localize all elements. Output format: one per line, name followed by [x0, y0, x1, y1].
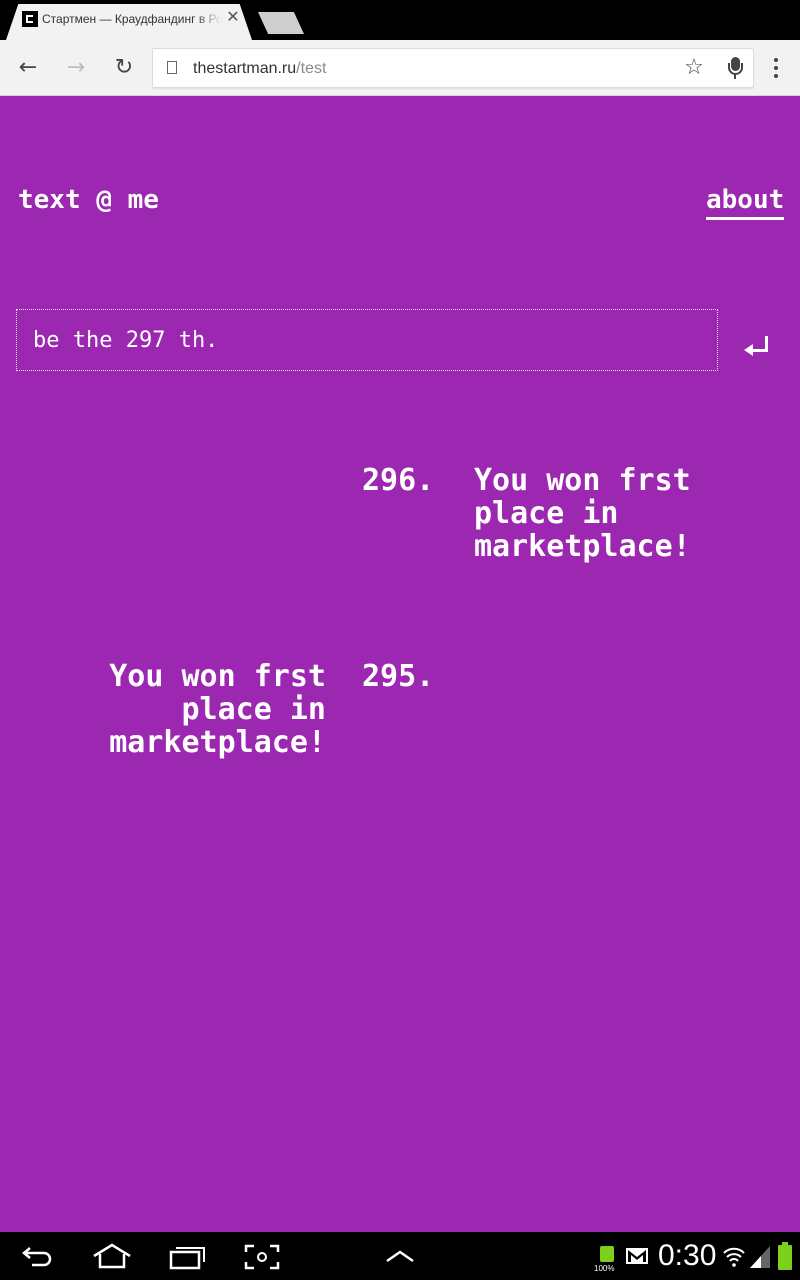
url-host: thestartman.ru: [193, 60, 297, 77]
system-nav-bar: 100% 0:30: [0, 1232, 800, 1280]
site-favicon-icon: [22, 11, 38, 27]
message-line: You won frst: [474, 463, 691, 498]
url-text[interactable]: thestartman.ru/test: [193, 59, 326, 79]
address-bar[interactable]: thestartman.ru/test ☆: [152, 48, 754, 88]
tab-title[interactable]: Стартмен — Краудфандинг в Ро: [42, 12, 222, 28]
signal-icon: [750, 1246, 770, 1268]
wifi-icon: [723, 1247, 745, 1267]
new-tab-button[interactable]: [258, 12, 304, 34]
message-text: You won frst place in marketplace!: [90, 660, 326, 759]
message-line: place in: [474, 496, 619, 531]
nav-recent-apps-icon[interactable]: [168, 1244, 208, 1270]
nav-home-icon[interactable]: [92, 1242, 132, 1270]
message-line: marketplace!: [109, 725, 326, 760]
tab-close-icon[interactable]: ✕: [224, 8, 242, 26]
forward-arrow-icon[interactable]: →: [62, 54, 90, 82]
nav-up-chevron-icon[interactable]: [384, 1248, 416, 1264]
message-line: You won frst: [109, 659, 326, 694]
message-number: 296.: [362, 463, 435, 498]
screenshot-icon[interactable]: [244, 1244, 280, 1270]
battery-charging-icon: 100%: [594, 1246, 618, 1276]
message-text: You won frst place in marketplace!: [474, 464, 691, 563]
message-line: place in: [181, 692, 327, 727]
menu-dots-icon[interactable]: [766, 54, 786, 82]
back-arrow-icon[interactable]: ←: [14, 54, 42, 82]
page-icon: [167, 61, 177, 74]
message-input[interactable]: [16, 309, 718, 371]
url-path: /test: [296, 60, 327, 77]
battery-percent: 100%: [594, 1264, 615, 1273]
message-line: marketplace!: [474, 529, 691, 564]
message-number: 295.: [362, 659, 435, 694]
microphone-icon[interactable]: [723, 55, 747, 81]
status-time: 0:30: [658, 1239, 717, 1272]
tab-strip: Стартмен — Краудфандинг в Ро ✕: [0, 0, 800, 40]
bookmark-star-icon[interactable]: ☆: [681, 55, 707, 81]
site-logo[interactable]: text @ me: [18, 184, 159, 216]
nav-back-icon[interactable]: [20, 1244, 56, 1268]
enter-arrow-icon[interactable]: [740, 330, 776, 362]
battery-icon: [778, 1242, 792, 1270]
about-link[interactable]: about: [706, 184, 785, 220]
browser-toolbar: ← → ↻ thestartman.ru/test ☆: [0, 40, 800, 96]
reload-icon[interactable]: ↻: [110, 54, 138, 82]
gmail-icon: [626, 1248, 648, 1264]
